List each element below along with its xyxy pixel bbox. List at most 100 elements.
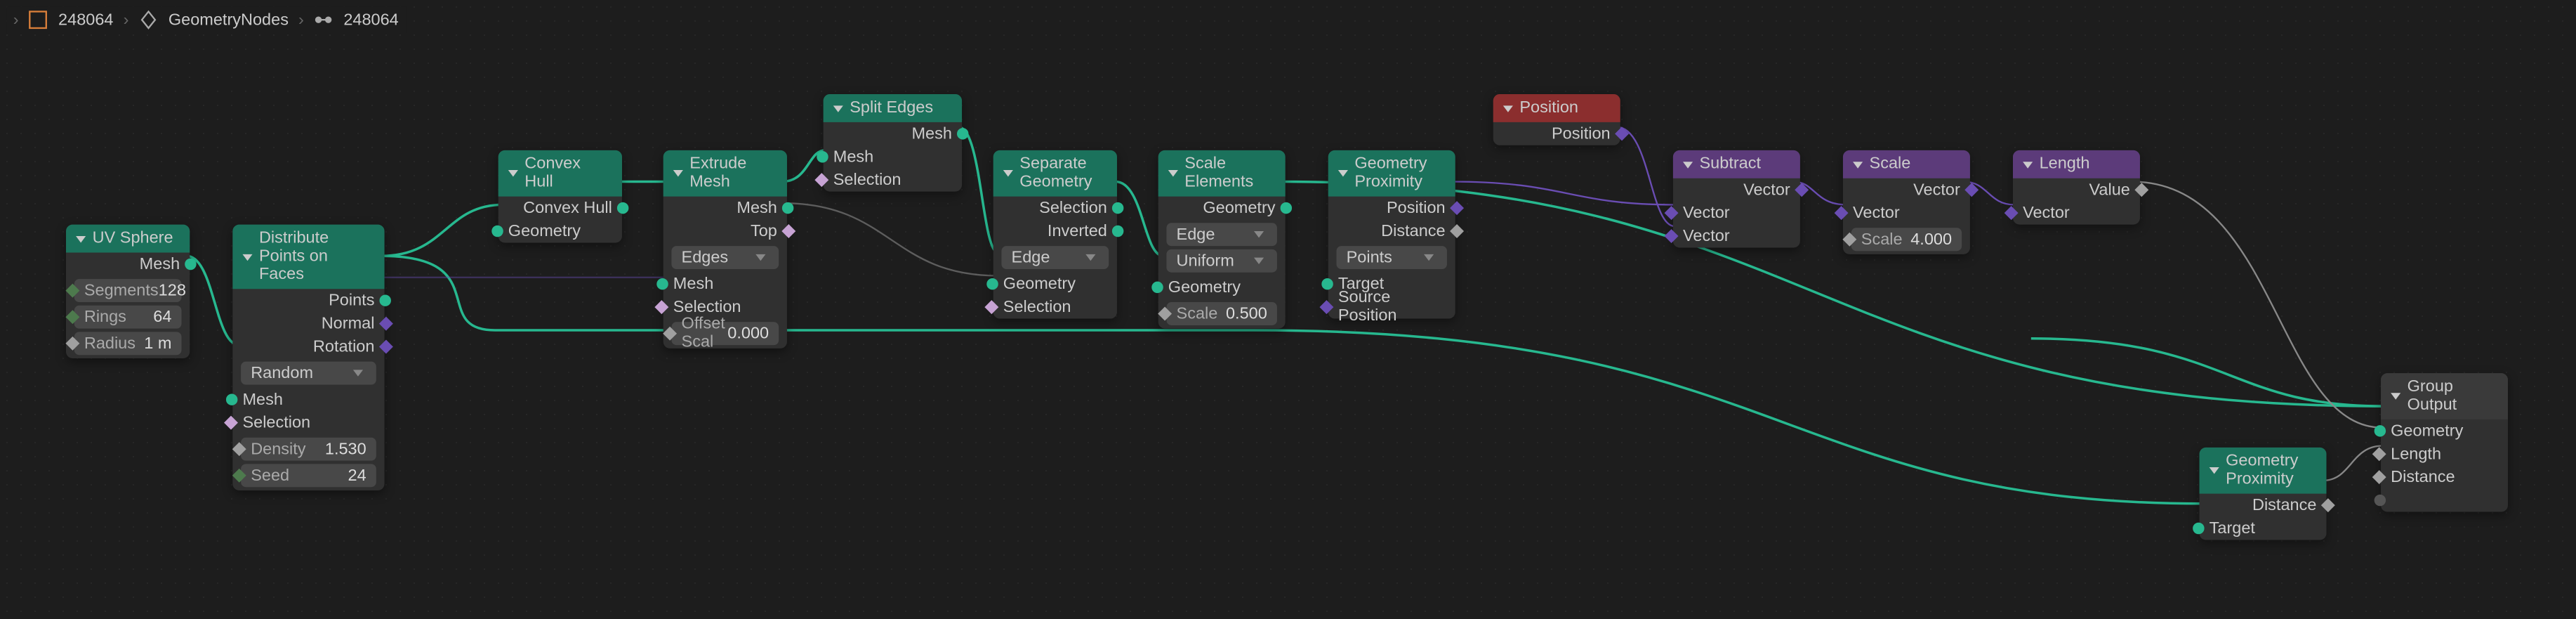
crumb-ng[interactable]: 248064 bbox=[343, 11, 398, 29]
in-empty bbox=[2381, 489, 2508, 512]
in-selection: Selection bbox=[824, 169, 962, 192]
out-points: Points bbox=[232, 289, 384, 312]
node-group-output[interactable]: Group Output Geometry Length Distance bbox=[2381, 373, 2508, 512]
out-position: Position bbox=[1328, 197, 1455, 220]
chevron-down-icon bbox=[508, 170, 518, 176]
field-scale[interactable]: Scale0.500 bbox=[1166, 302, 1276, 325]
in-source-position: Source Position bbox=[1328, 296, 1455, 319]
in-mesh: Mesh bbox=[232, 388, 384, 411]
in-mesh: Mesh bbox=[824, 145, 962, 169]
chevron-down-icon bbox=[2023, 161, 2033, 167]
out-inverted: Inverted bbox=[993, 220, 1117, 243]
chevron-down-icon bbox=[1338, 170, 1348, 176]
node-header[interactable]: Split Edges bbox=[824, 94, 962, 122]
node-uv-sphere[interactable]: UV Sphere Mesh Segments128 Rings64 Radiu… bbox=[66, 225, 190, 358]
in-length: Length bbox=[2381, 443, 2508, 466]
domain-dropdown[interactable]: Edge bbox=[1166, 223, 1276, 246]
node-header[interactable]: UV Sphere bbox=[66, 225, 190, 253]
chevron-down-icon bbox=[1168, 170, 1178, 176]
chevron-down-icon bbox=[673, 170, 683, 176]
node-title: Convex Hull bbox=[524, 155, 612, 192]
node-title: Position bbox=[1519, 99, 1578, 117]
node-header[interactable]: Scale bbox=[1843, 150, 1970, 178]
node-distribute-points[interactable]: Distribute Points on Faces Points Normal… bbox=[232, 225, 384, 490]
node-title: Separate Geometry bbox=[1019, 155, 1107, 192]
node-header[interactable]: Length bbox=[2013, 150, 2140, 178]
node-title: Scale Elements bbox=[1184, 155, 1275, 192]
field-segments[interactable]: Segments128 bbox=[74, 279, 182, 302]
out-distance: Distance bbox=[1328, 220, 1455, 243]
in-selection: Selection bbox=[993, 296, 1117, 319]
chevron-down-icon bbox=[833, 105, 843, 111]
mode-dropdown[interactable]: Edge bbox=[1001, 246, 1109, 269]
scale-mode-dropdown[interactable]: Uniform bbox=[1166, 249, 1276, 273]
node-position[interactable]: Position Position bbox=[1493, 94, 1620, 145]
out-vector: Vector bbox=[1673, 178, 1800, 202]
breadcrumb: › 248064 › GeometryNodes › 248064 bbox=[6, 6, 405, 33]
node-vector-scale[interactable]: Scale Vector Vector Scale4.000 bbox=[1843, 150, 1970, 254]
crumb-obj[interactable]: 248064 bbox=[58, 11, 113, 29]
node-header[interactable]: Separate Geometry bbox=[993, 150, 1117, 197]
nodegroup-icon bbox=[314, 10, 333, 30]
field-radius[interactable]: Radius1 m bbox=[74, 332, 182, 355]
node-vector-length[interactable]: Length Value Vector bbox=[2013, 150, 2140, 225]
in-vector-a: Vector bbox=[1673, 202, 1800, 225]
node-header[interactable]: Geometry Proximity bbox=[1328, 150, 1455, 197]
out-vector: Vector bbox=[1843, 178, 1970, 202]
node-header[interactable]: Extrude Mesh bbox=[663, 150, 787, 197]
field-scale[interactable]: Scale4.000 bbox=[1851, 228, 1962, 251]
out-mesh: Mesh bbox=[66, 253, 190, 276]
node-title: Split Edges bbox=[850, 99, 933, 117]
node-header[interactable]: Scale Elements bbox=[1158, 150, 1286, 197]
out-normal: Normal bbox=[232, 312, 384, 335]
modifier-icon bbox=[139, 10, 159, 30]
out-geometry: Geometry bbox=[1158, 197, 1286, 220]
node-geometry-proximity-2[interactable]: Geometry Proximity Distance Target bbox=[2200, 448, 2327, 540]
in-selection: Selection bbox=[232, 411, 384, 434]
object-icon bbox=[29, 10, 48, 30]
chevron-down-icon bbox=[1853, 161, 1863, 167]
crumb-mod[interactable]: GeometryNodes bbox=[169, 11, 289, 29]
node-title: Group Output bbox=[2407, 378, 2498, 415]
node-header[interactable]: Geometry Proximity bbox=[2200, 448, 2327, 494]
out-hull: Convex Hull bbox=[498, 197, 622, 220]
node-extrude-mesh[interactable]: Extrude Mesh Mesh Top Edges Mesh Selecti… bbox=[663, 150, 787, 348]
node-vector-subtract[interactable]: Subtract Vector Vector Vector bbox=[1673, 150, 1800, 248]
node-title: Extrude Mesh bbox=[689, 155, 777, 192]
chevron-down-icon bbox=[1003, 170, 1013, 176]
node-title: Subtract bbox=[1700, 155, 1762, 174]
out-mesh: Mesh bbox=[824, 122, 962, 145]
node-geometry-proximity-1[interactable]: Geometry Proximity Position Distance Poi… bbox=[1328, 150, 1455, 319]
node-header[interactable]: Subtract bbox=[1673, 150, 1800, 178]
field-seed[interactable]: Seed24 bbox=[241, 464, 376, 487]
node-title: Distribute Points on Faces bbox=[259, 230, 374, 285]
out-top: Top bbox=[663, 220, 787, 243]
node-header[interactable]: Group Output bbox=[2381, 373, 2508, 419]
node-header[interactable]: Distribute Points on Faces bbox=[232, 225, 384, 289]
chevron-down-icon bbox=[2210, 467, 2219, 474]
in-distance: Distance bbox=[2381, 466, 2508, 489]
node-scale-elements[interactable]: Scale Elements Geometry Edge Uniform Geo… bbox=[1158, 150, 1286, 329]
out-value: Value bbox=[2013, 178, 2140, 202]
node-header[interactable]: Position bbox=[1493, 94, 1620, 122]
target-element-dropdown[interactable]: Points bbox=[1336, 246, 1446, 269]
node-split-edges[interactable]: Split Edges Mesh Mesh Selection bbox=[824, 94, 962, 192]
field-offset-scale[interactable]: Offset Scal0.000 bbox=[671, 322, 779, 345]
in-vector: Vector bbox=[1843, 202, 1970, 225]
in-geometry: Geometry bbox=[2381, 419, 2508, 443]
node-convex-hull[interactable]: Convex Hull Convex Hull Geometry bbox=[498, 150, 622, 243]
mode-dropdown[interactable]: Random bbox=[241, 362, 376, 385]
field-rings[interactable]: Rings64 bbox=[74, 306, 182, 329]
wires-layer bbox=[0, 0, 2575, 619]
chevron-down-icon bbox=[242, 254, 252, 260]
chevron-down-icon bbox=[2391, 393, 2400, 399]
node-header[interactable]: Convex Hull bbox=[498, 150, 622, 197]
in-geometry: Geometry bbox=[498, 220, 622, 243]
field-density[interactable]: Density1.530 bbox=[241, 438, 376, 461]
chevron-down-icon bbox=[1503, 105, 1513, 111]
out-position: Position bbox=[1493, 122, 1620, 145]
node-separate-geometry[interactable]: Separate Geometry Selection Inverted Edg… bbox=[993, 150, 1117, 319]
mode-dropdown[interactable]: Edges bbox=[671, 246, 779, 269]
out-mesh: Mesh bbox=[663, 197, 787, 220]
in-target: Target bbox=[2200, 517, 2327, 540]
